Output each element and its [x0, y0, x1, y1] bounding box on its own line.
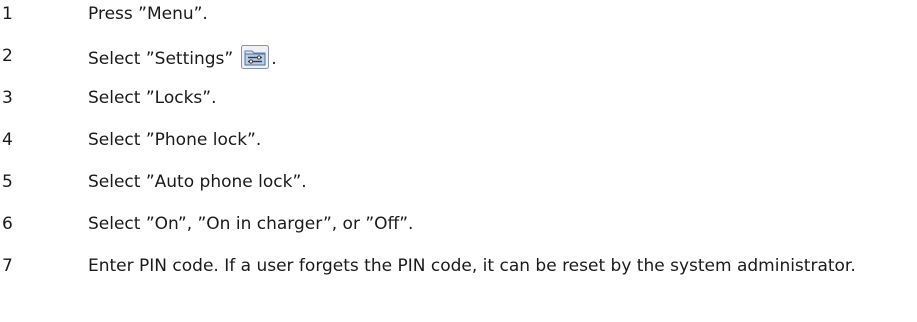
step-text: Select ”Locks”. — [88, 88, 217, 108]
step-number: 1 — [2, 4, 13, 24]
step-number: 7 — [2, 256, 13, 276]
step-text: Select ”Settings” . — [88, 45, 915, 71]
step-number: 4 — [2, 130, 13, 150]
step-number: 2 — [2, 46, 13, 66]
step-text: Press ”Menu”. — [88, 4, 208, 24]
step-number: 5 — [2, 172, 13, 192]
step-text: Enter PIN code. If a user forgets the PI… — [88, 256, 856, 276]
step-text: Select ”Auto phone lock”. — [88, 172, 307, 192]
step-text-before-icon: Select ”Settings” — [88, 49, 234, 69]
instruction-steps: 1 Press ”Menu”. 2 Select ”Settings” . 3 … — [0, 0, 917, 322]
step-number: 6 — [2, 214, 13, 234]
step-number: 3 — [2, 88, 13, 108]
settings-folder-icon — [241, 45, 270, 69]
step-text-after-icon: . — [271, 49, 277, 69]
step-text: Select ”On”, ”On in charger”, or ”Off”. — [88, 214, 414, 234]
step-text: Select ”Phone lock”. — [88, 130, 262, 150]
